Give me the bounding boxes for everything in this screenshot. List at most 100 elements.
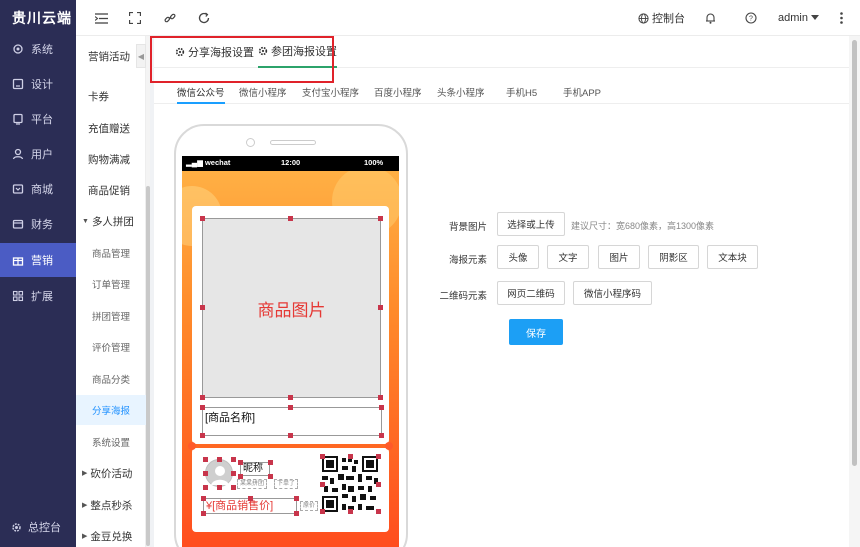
content-scrollbar[interactable] — [849, 36, 860, 547]
scrollbar-thumb[interactable] — [852, 40, 857, 466]
fullscreen-icon[interactable] — [127, 10, 143, 26]
tab-wechat-mini[interactable]: 微信小程序 — [239, 82, 287, 104]
subnav-item-flash-sale[interactable]: ▶ 整点秒杀 — [76, 490, 146, 520]
add-text-button[interactable]: 文字 — [547, 245, 589, 269]
tab-wechat-official[interactable]: 微信公众号 — [177, 82, 225, 104]
bell-icon[interactable] — [705, 12, 719, 24]
subnav-item-group-buy[interactable]: ▼ 多人拼团 — [76, 206, 146, 236]
poster-product-image[interactable]: 商品图片 — [202, 218, 381, 398]
resize-handle[interactable] — [378, 305, 383, 310]
resize-handle[interactable] — [231, 485, 236, 490]
subnav-item-system-settings[interactable]: 系统设置 — [76, 427, 146, 457]
add-avatar-button[interactable]: 头像 — [497, 245, 539, 269]
subnav-item-order-manage[interactable]: 订单管理 — [76, 269, 146, 299]
menu-toggle-icon[interactable] — [93, 10, 109, 26]
user-menu[interactable]: admin — [778, 12, 822, 24]
resize-handle[interactable] — [200, 395, 205, 400]
subnav-item-share-poster[interactable]: 分享海报 — [76, 395, 146, 425]
poster-qrcode[interactable] — [322, 456, 378, 512]
tab-baidu-mini[interactable]: 百度小程序 — [374, 82, 422, 104]
subnav-item-full-reduction[interactable]: 购物满减 — [76, 144, 146, 174]
resize-handle[interactable] — [320, 509, 325, 514]
subnav-item-product-manage[interactable]: 商品管理 — [76, 238, 146, 268]
resize-handle[interactable] — [288, 216, 293, 221]
resize-handle[interactable] — [200, 433, 205, 438]
subnav-item-bean-exchange[interactable]: ▶ 金豆兑换 — [76, 521, 146, 547]
resize-handle[interactable] — [248, 496, 253, 501]
subnav-item-group-manage[interactable]: 拼团管理 — [76, 301, 146, 331]
select-upload-button[interactable]: 选择或上传 — [497, 212, 565, 236]
tab-toutiao-mini[interactable]: 头条小程序 — [437, 82, 485, 104]
add-shadow-button[interactable]: 阴影区 — [648, 245, 699, 269]
poster-avatar[interactable] — [205, 459, 233, 487]
tab-alipay-mini[interactable]: 支付宝小程序 — [302, 82, 359, 104]
resize-handle[interactable] — [376, 509, 381, 514]
resize-handle[interactable] — [231, 471, 236, 476]
resize-handle[interactable] — [217, 457, 222, 462]
console-link[interactable]: 控制台 — [638, 10, 685, 26]
subnav-item-coupon[interactable]: 卡券 — [76, 81, 146, 111]
resize-handle[interactable] — [203, 471, 208, 476]
subnav-item-recharge[interactable]: 充值赠送 — [76, 113, 146, 143]
sidebar-item-store[interactable]: 商城 — [0, 172, 76, 206]
resize-handle[interactable] — [378, 216, 383, 221]
poster-product-name[interactable]: [商品名称] — [202, 407, 382, 436]
resize-handle[interactable] — [294, 511, 299, 516]
resize-handle[interactable] — [348, 509, 353, 514]
resize-handle[interactable] — [378, 395, 383, 400]
subnav-item-bargain[interactable]: ▶ 砍价活动 — [76, 458, 146, 488]
subnav-item-review-manage[interactable]: 评价管理 — [76, 332, 146, 362]
resize-handle[interactable] — [268, 460, 273, 465]
poster-tag[interactable]: 下单了 — [274, 479, 299, 489]
resize-handle[interactable] — [288, 405, 293, 410]
poster-original-price[interactable]: 原价 — [300, 501, 319, 511]
add-textblock-button[interactable]: 文本块 — [707, 245, 758, 269]
save-button[interactable]: 保存 — [509, 319, 563, 345]
sidebar-item-user[interactable]: 用户 — [0, 137, 76, 171]
tab-share-poster-settings[interactable]: 分享海报设置 — [175, 36, 254, 68]
resize-handle[interactable] — [379, 405, 384, 410]
resize-handle[interactable] — [320, 454, 325, 459]
resize-handle[interactable] — [376, 454, 381, 459]
resize-handle[interactable] — [200, 405, 205, 410]
web-qrcode-button[interactable]: 网页二维码 — [497, 281, 565, 305]
resize-handle[interactable] — [203, 457, 208, 462]
resize-handle[interactable] — [238, 474, 243, 479]
resize-handle[interactable] — [201, 496, 206, 501]
scrollbar-thumb[interactable] — [146, 186, 150, 546]
resize-handle[interactable] — [238, 460, 243, 465]
add-image-button[interactable]: 图片 — [598, 245, 640, 269]
resize-handle[interactable] — [288, 433, 293, 438]
sidebar-footer-console[interactable]: 总控台 — [0, 515, 76, 539]
refresh-icon[interactable] — [196, 10, 212, 26]
sidebar-item-finance[interactable]: 财务 — [0, 207, 76, 241]
resize-handle[interactable] — [376, 482, 381, 487]
subnav-item-category[interactable]: 商品分类 — [76, 364, 146, 394]
sidebar-item-design[interactable]: 设计 — [0, 67, 76, 101]
resize-handle[interactable] — [201, 511, 206, 516]
poster-tag[interactable]: 某某拼团 — [237, 479, 268, 489]
sidebar-item-marketing[interactable]: 营销 — [0, 243, 76, 277]
resize-handle[interactable] — [231, 457, 236, 462]
sidebar-item-platform[interactable]: 平台 — [0, 102, 76, 136]
resize-handle[interactable] — [203, 485, 208, 490]
tab-mobile-app[interactable]: 手机APP — [563, 82, 601, 104]
sidebar-item-extension[interactable]: 扩展 — [0, 279, 76, 313]
subnav-item-promotion[interactable]: 商品促销 — [76, 175, 146, 205]
resize-handle[interactable] — [217, 485, 222, 490]
poster-nickname[interactable]: 昵称 — [240, 462, 270, 476]
more-icon[interactable] — [840, 12, 846, 24]
resize-handle[interactable] — [294, 496, 299, 501]
resize-handle[interactable] — [320, 482, 325, 487]
tab-mobile-h5[interactable]: 手机H5 — [506, 82, 537, 104]
collapse-subnav-button[interactable]: ◀ — [136, 44, 146, 68]
resize-handle[interactable] — [200, 216, 205, 221]
resize-handle[interactable] — [379, 433, 384, 438]
wechat-mini-code-button[interactable]: 微信小程序码 — [573, 281, 652, 305]
help-icon[interactable]: ? — [745, 12, 760, 24]
resize-handle[interactable] — [200, 305, 205, 310]
tab-group-poster-settings[interactable]: 参团海报设置 — [258, 36, 337, 68]
resize-handle[interactable] — [268, 474, 273, 479]
subnav-scrollbar[interactable] — [146, 36, 150, 547]
link-icon[interactable] — [162, 10, 178, 26]
